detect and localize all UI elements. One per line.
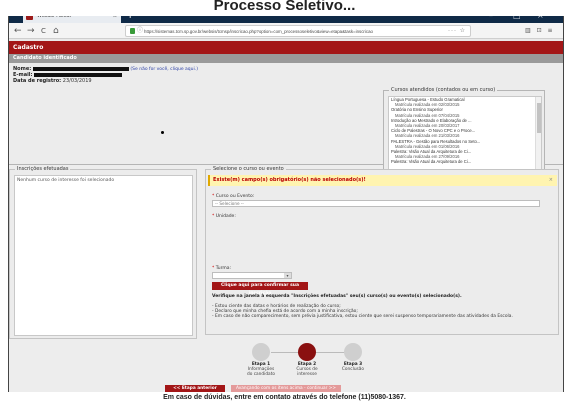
step-2-line2: interesse xyxy=(297,372,317,377)
unit-label-text: Unidade: xyxy=(215,214,236,219)
course-select[interactable]: -- Selecione -- xyxy=(212,200,540,207)
courses-attended-list[interactable]: Língua Portuguesa - Estudo Gramatical Mat… xyxy=(388,96,542,180)
course-select-value: -- Selecione -- xyxy=(215,201,244,206)
home-icon[interactable]: ⌂ xyxy=(53,24,59,38)
toolbar-menu-icon[interactable]: ▥ ⊡ ≡ xyxy=(525,24,555,38)
course-label: * Curso ou Evento: xyxy=(212,194,254,199)
inscriptions-box: Nenhum curso de interesse foi selecionad… xyxy=(14,175,193,336)
required-mark: * xyxy=(212,194,215,199)
registration-row: Data de registro: 23/03/2019 xyxy=(13,78,92,84)
candidate-subheader: Candidato identificado xyxy=(9,54,563,63)
candidate-panel: Nome: (Se não for você, clique aqui.) E-… xyxy=(9,63,563,182)
lock-icon xyxy=(130,28,135,34)
course-selection-fieldset: Selecione o curso ou evento Existe(m) ca… xyxy=(205,166,559,335)
step-3-line1: Conclusão xyxy=(341,367,365,372)
unit-label: * Unidade: xyxy=(212,214,236,219)
shift-label-text: Turma: xyxy=(215,266,232,271)
step-2-circle xyxy=(298,343,316,361)
not-you-link[interactable]: (Se não for você, clique aqui.) xyxy=(130,67,198,72)
overlay-caption: Processo Seletivo... xyxy=(0,0,569,16)
courses-attended-legend: Cursos atendidos (contados ou em curso) xyxy=(389,87,498,93)
reload-icon[interactable]: C xyxy=(41,24,46,38)
warning-alert: Existe(m) campo(s) obrigatório(s) não se… xyxy=(208,175,557,186)
shift-select[interactable]: ▾ xyxy=(212,272,292,279)
declarations: - Estou ciente das datas e horários de r… xyxy=(212,304,544,320)
registration-label: Data de registro: xyxy=(13,78,62,84)
navigation-toolbar: ← → C ⌂ ⓘ https://sistemas.tcm.sp.gov.br… xyxy=(9,23,563,39)
course-label-text: Curso ou Evento: xyxy=(215,194,255,199)
inscriptions-fieldset: Inscrições efetuadas Nenhum curso de int… xyxy=(9,166,197,339)
forward-icon[interactable]: → xyxy=(27,24,35,38)
declaration-item: - Em caso de não comparecimento, sem pré… xyxy=(212,314,513,320)
step-2: Etapa 2 Cursos de interesse xyxy=(285,343,329,377)
page-content: Cadastro Candidato identificado Nome: (S… xyxy=(9,41,563,399)
confirm-inscription-button[interactable]: Clique aqui para confirmar sua inscrição xyxy=(212,282,308,296)
shift-label: * Turma: xyxy=(212,266,231,271)
redacted-name xyxy=(32,66,129,71)
url-text: https://sistemas.tcm.sp.gov.br/websis/tc… xyxy=(144,29,373,34)
info-icon[interactable]: ⓘ xyxy=(137,26,143,36)
scrollbar-thumb[interactable] xyxy=(537,103,541,133)
step-3: Etapa 3 Conclusão xyxy=(331,343,375,372)
previous-step-button[interactable]: << Etapa anterior xyxy=(165,385,225,392)
required-mark: * xyxy=(212,266,215,271)
course-item-title: Palestra: Visão Atual da Arquitetura de … xyxy=(391,159,472,165)
page-header: Cadastro xyxy=(9,41,563,54)
cursor-dot xyxy=(161,131,164,134)
chevron-down-icon[interactable]: ▾ xyxy=(284,273,291,278)
registration-date: 23/03/2019 xyxy=(62,78,92,84)
step-1: Etapa 1 Informações do candidato xyxy=(239,343,283,377)
back-icon[interactable]: ← xyxy=(14,24,22,38)
wizard-steps: Etapa 1 Informações do candidato Etapa 2 Cu… xyxy=(9,343,563,379)
inscriptions-legend: Inscrições efetuadas xyxy=(15,166,71,172)
selection-legend: Selecione o curso ou evento xyxy=(211,166,286,172)
courses-scrollbar[interactable] xyxy=(535,97,541,179)
browser-window: WebSis TCMSP × + – □ × ← → C ⌂ ⓘ https:/… xyxy=(8,8,564,400)
redacted-email xyxy=(34,72,123,77)
help-footer: Em caso de dúvidas, entre em contato atr… xyxy=(0,392,569,407)
step-1-line2: do candidato xyxy=(246,372,276,377)
required-mark: * xyxy=(212,214,215,219)
address-bar[interactable]: ⓘ https://sistemas.tcm.sp.gov.br/websis/… xyxy=(125,25,471,37)
close-alert-icon[interactable]: × xyxy=(549,175,553,186)
step-3-circle xyxy=(344,343,362,361)
next-step-button[interactable]: Avançando com os itens acima - continuar… xyxy=(231,385,341,392)
inscriptions-empty-text: Nenhum curso de interesse foi selecionad… xyxy=(17,178,115,183)
verify-text: Verifique na janela à esquerda "Inscriçõ… xyxy=(212,294,462,299)
step-1-circle xyxy=(252,343,270,361)
warning-text: Existe(m) campo(s) obrigatório(s) não se… xyxy=(213,177,366,183)
bookmark-icon[interactable]: ··· ☆ xyxy=(448,26,466,36)
